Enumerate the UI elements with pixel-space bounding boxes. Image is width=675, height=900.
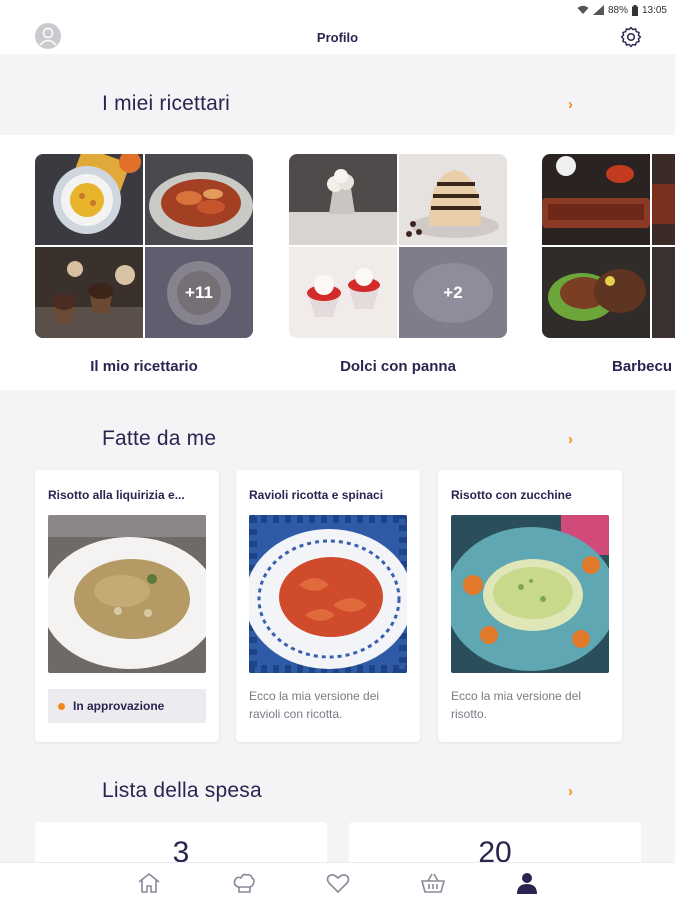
chevron-right-icon[interactable]: › xyxy=(568,431,573,448)
recipe-description: Ecco la mia versione del risotto. xyxy=(451,689,582,721)
cookbook-photo xyxy=(652,247,675,338)
home-icon[interactable] xyxy=(136,871,162,895)
cookbook-photo xyxy=(289,154,397,245)
cookbook-photo xyxy=(35,247,143,338)
recipe-title: Risotto con zucchine xyxy=(451,488,572,502)
wifi-icon xyxy=(577,5,589,14)
recipe-photo xyxy=(451,515,609,673)
recipe-title: Ravioli ricotta e spinaci xyxy=(249,488,384,502)
basket-icon[interactable] xyxy=(420,871,446,895)
more-count: +11 xyxy=(145,247,253,338)
chevron-right-icon[interactable]: › xyxy=(568,783,573,800)
cookbook-title: Dolci con panna xyxy=(340,358,456,375)
battery-percent: 88% xyxy=(607,4,628,16)
cookbook-photo xyxy=(542,154,650,245)
status-badge: In approvazione xyxy=(48,689,206,723)
recipe-description: Ecco la mia versione dei ravioli con ric… xyxy=(249,689,380,721)
section-title-shopping: Lista della spesa xyxy=(102,779,262,802)
section-title-cookbooks: I miei ricettari xyxy=(102,92,231,115)
cookbook-photo: +11 xyxy=(145,247,253,338)
status-label: In approvazione xyxy=(73,699,165,713)
signal-icon xyxy=(592,5,604,15)
cookbook-photo xyxy=(399,154,507,245)
cookbook-title: Il mio ricettario xyxy=(90,358,198,375)
status-bar: 88% 13:05 xyxy=(0,0,675,20)
recipe-photo xyxy=(48,515,206,673)
cookbook-card[interactable]: +11 Il mio ricettario xyxy=(35,154,253,375)
cookbook-photo xyxy=(652,154,675,245)
recipe-title: Risotto alla liquirizia e... xyxy=(48,488,185,502)
cookbook-title: Barbecu xyxy=(612,358,673,375)
cookbook-card[interactable]: +2 Dolci con panna xyxy=(289,154,507,375)
cookbook-photo xyxy=(35,154,143,245)
recipe-card[interactable]: Risotto con zucchine Ecco la mia version… xyxy=(438,470,622,742)
battery-icon xyxy=(631,4,638,16)
top-bar: Profilo xyxy=(0,20,675,54)
gear-icon[interactable] xyxy=(619,25,643,49)
recipe-card[interactable]: Ravioli ricotta e spinaci Ecco la mia ve… xyxy=(236,470,420,742)
recipe-card[interactable]: Risotto alla liquirizia e... In approvaz… xyxy=(35,470,219,742)
cookbook-photo xyxy=(145,154,253,245)
cookbooks-carousel[interactable]: +11 Il mio ricettario +2 Dolci con panna xyxy=(0,135,675,390)
chevron-right-icon[interactable]: › xyxy=(568,96,573,113)
profile-icon[interactable] xyxy=(514,871,540,895)
cookbook-photo: +2 xyxy=(399,247,507,338)
status-dot xyxy=(58,702,65,710)
cookbook-photo xyxy=(542,247,650,338)
more-count: +2 xyxy=(399,247,507,338)
recipe-photo xyxy=(249,515,407,673)
clock: 13:05 xyxy=(641,4,667,16)
chef-hat-icon[interactable] xyxy=(231,871,257,895)
cookbook-photo xyxy=(289,247,397,338)
heart-icon[interactable] xyxy=(325,871,351,895)
section-title-made-by-me: Fatte da me xyxy=(102,427,217,450)
page-title: Profilo xyxy=(316,30,359,45)
bottom-nav xyxy=(0,862,675,900)
cookbook-card[interactable]: Barbecu xyxy=(542,154,675,375)
